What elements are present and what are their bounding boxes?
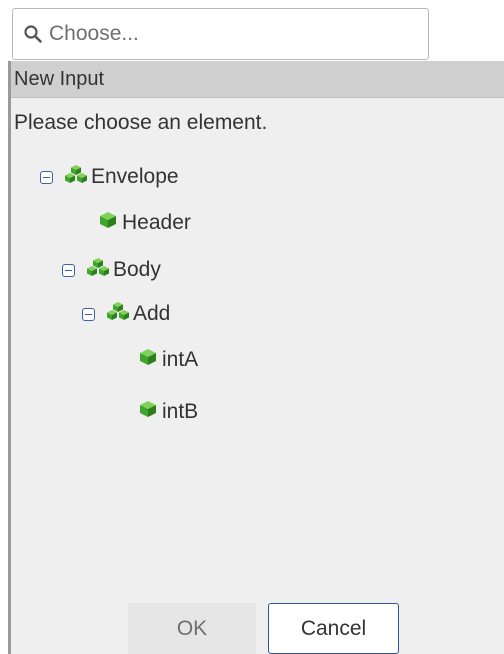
collapse-toggle-icon[interactable]	[40, 170, 53, 184]
element-group-icon	[87, 257, 109, 283]
new-input-dialog: New Input Please choose an element.	[8, 61, 504, 654]
tree-node-label: Body	[113, 258, 161, 281]
tree-node-add[interactable]: Add	[82, 299, 170, 329]
tree-node-label: Header	[122, 211, 191, 234]
ok-button[interactable]: OK	[128, 603, 256, 654]
cancel-button[interactable]: Cancel	[268, 603, 399, 654]
tree-node-inta[interactable]: intA	[138, 345, 198, 375]
tree-node-body[interactable]: Body	[62, 255, 161, 285]
element-icon	[98, 210, 118, 236]
element-group-icon	[107, 301, 129, 327]
collapse-toggle-icon[interactable]	[82, 307, 95, 321]
tree-node-label: Envelope	[91, 165, 179, 188]
element-icon	[138, 399, 158, 425]
dialog-message: Please choose an element.	[14, 111, 268, 134]
search-box[interactable]	[12, 8, 429, 60]
collapse-toggle-icon[interactable]	[62, 263, 75, 277]
tree-node-header[interactable]: Header	[98, 208, 191, 238]
tree-node-envelope[interactable]: Envelope	[40, 162, 179, 192]
search-icon	[24, 25, 42, 43]
tree-node-label: Add	[133, 302, 171, 325]
tree-node-intb[interactable]: intB	[138, 397, 198, 427]
element-icon	[138, 347, 158, 373]
tree-node-label: intA	[162, 348, 199, 371]
element-group-icon	[65, 164, 87, 190]
dialog-title: New Input	[11, 61, 504, 98]
tree-node-label: intB	[162, 400, 199, 423]
search-input[interactable]	[49, 22, 428, 46]
